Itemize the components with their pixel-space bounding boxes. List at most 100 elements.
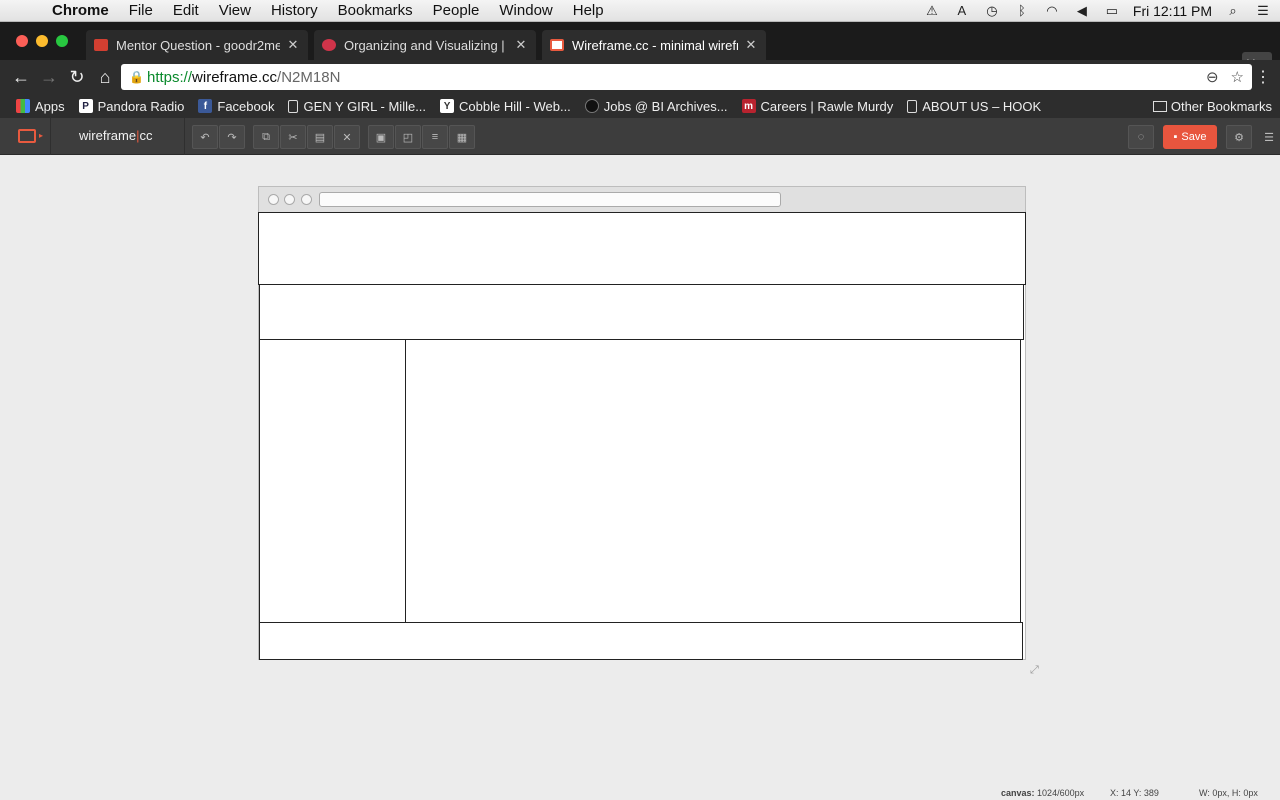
- close-tab-icon[interactable]: ✕: [744, 37, 758, 53]
- comment-icon[interactable]: ◌: [1128, 125, 1154, 149]
- cut-icon[interactable]: ✂: [280, 125, 306, 149]
- macos-menu-bar: Chrome File Edit View History Bookmarks …: [0, 0, 1280, 22]
- group-icon[interactable]: ▦: [449, 125, 475, 149]
- selection-size-readout: W: 0px, H: 0px: [1199, 788, 1258, 798]
- menu-file[interactable]: File: [129, 2, 153, 19]
- menu-edit[interactable]: Edit: [173, 2, 199, 19]
- header-box[interactable]: [258, 212, 1026, 285]
- undo-icon[interactable]: ↶: [192, 125, 218, 149]
- time-machine-icon[interactable]: ◷: [983, 4, 1001, 18]
- bookmark-apps[interactable]: Apps: [16, 99, 65, 114]
- tab-wireframe[interactable]: Wireframe.cc - minimal wirefra ✕: [542, 30, 766, 60]
- adobe-icon[interactable]: A: [953, 4, 971, 18]
- wireframe-logo[interactable]: wireframe|cc: [79, 128, 152, 143]
- menu-history[interactable]: History: [271, 2, 318, 19]
- copy-icon[interactable]: ⧉: [253, 125, 279, 149]
- sidebar-box[interactable]: [259, 339, 407, 623]
- canvas-size-readout: canvas: 1024/600px: [1001, 788, 1084, 798]
- page-icon: [288, 99, 299, 113]
- menu-window[interactable]: Window: [499, 2, 552, 19]
- warning-icon[interactable]: ⚠: [923, 4, 941, 18]
- close-tab-icon[interactable]: ✕: [286, 37, 300, 53]
- menu-people[interactable]: People: [433, 2, 480, 19]
- volume-icon[interactable]: ◀: [1073, 4, 1091, 18]
- reload-icon[interactable]: ↻: [64, 64, 90, 90]
- status-menus: ⚠ A ◷ ᛒ ◠ ◀ ▭ Fri 12:11 PM ⌕ ☰: [923, 0, 1272, 22]
- menu-view[interactable]: View: [219, 2, 251, 19]
- menu-app-name[interactable]: Chrome: [52, 2, 109, 19]
- address-bar[interactable]: 🔒 https:// wireframe.cc /N2M18N ⊖ ☆: [121, 64, 1252, 90]
- delete-icon[interactable]: ✕: [334, 125, 360, 149]
- close-tab-icon[interactable]: ✕: [514, 37, 528, 53]
- footer-box[interactable]: [259, 622, 1023, 660]
- bookmark-star-icon[interactable]: ☆: [1231, 68, 1244, 86]
- m-icon: m: [741, 99, 756, 113]
- wireframe-app-toolbar: ▸ wireframe|cc ↶ ↷ ⧉ ✂ ▤ ✕ ▣ ◰ ≡ ▦ ◌ ▪ Sa…: [0, 118, 1280, 155]
- stencil-menu-icon[interactable]: [18, 129, 36, 143]
- bookmark-label: Jobs @ BI Archives...: [603, 98, 728, 114]
- wifi-icon[interactable]: ◠: [1043, 4, 1061, 18]
- redo-icon[interactable]: ↷: [219, 125, 245, 149]
- nav-box[interactable]: [259, 284, 1024, 340]
- divider: [184, 118, 185, 155]
- browser-tab-strip: Mentor Question - goodr2me@ ✕ Organizing…: [0, 22, 1280, 76]
- other-bookmarks[interactable]: Other Bookmarks: [1152, 99, 1272, 114]
- zoom-icon[interactable]: ⊖: [1206, 68, 1219, 86]
- home-icon[interactable]: ⌂: [92, 64, 118, 90]
- lock-icon: 🔒: [129, 70, 144, 84]
- bookmark-bi-archives[interactable]: Jobs @ BI Archives...: [584, 98, 728, 114]
- hamburger-menu-icon[interactable]: ☰: [1256, 125, 1280, 149]
- divider: [50, 118, 51, 155]
- battery-icon[interactable]: ▭: [1103, 4, 1121, 18]
- forward-icon[interactable]: →: [36, 64, 62, 90]
- spotlight-search-icon[interactable]: ⌕: [1224, 4, 1242, 18]
- gmail-icon: [94, 39, 108, 51]
- page-icon: [907, 99, 918, 113]
- tab-organizing-visualizing[interactable]: Organizing and Visualizing | HT ✕: [314, 30, 536, 60]
- browser-toolbar: ← → ↻ ⌂ 🔒 https:// wireframe.cc /N2M18N …: [0, 60, 1280, 94]
- zoom-window-button[interactable]: [56, 35, 68, 47]
- url-scheme: https://: [147, 68, 193, 86]
- bookmark-gen-y-girl[interactable]: GEN Y GIRL - Mille...: [288, 99, 426, 114]
- chrome-menu-icon[interactable]: ⋮: [1250, 64, 1276, 90]
- align-icon[interactable]: ≡: [422, 125, 448, 149]
- back-icon[interactable]: ←: [8, 64, 34, 90]
- menu-bookmarks[interactable]: Bookmarks: [338, 2, 413, 19]
- minimize-window-button[interactable]: [36, 35, 48, 47]
- resize-handle-icon[interactable]: ⤢: [1030, 664, 1042, 676]
- bookmark-rawle-murdy[interactable]: m Careers | Rawle Murdy: [741, 98, 894, 114]
- menu-clock[interactable]: Fri 12:11 PM: [1133, 3, 1212, 19]
- bookmark-facebook[interactable]: f Facebook: [198, 99, 274, 114]
- bluetooth-icon[interactable]: ᛒ: [1013, 4, 1031, 18]
- save-label: Save: [1181, 131, 1207, 143]
- wireframe-icon: [550, 39, 564, 51]
- close-window-button[interactable]: [16, 35, 28, 47]
- bookmark-label: Careers | Rawle Murdy: [760, 98, 894, 114]
- facebook-icon: f: [198, 99, 213, 113]
- dropdown-arrow-icon[interactable]: ▸: [39, 131, 43, 140]
- cursor-position-readout: X: 14 Y: 389: [1110, 788, 1159, 798]
- canvas-value: 1024/600px: [1037, 788, 1085, 798]
- paste-icon[interactable]: ▤: [307, 125, 333, 149]
- canvas-label: canvas:: [1001, 788, 1035, 798]
- menu-help[interactable]: Help: [573, 2, 604, 19]
- pandora-icon: P: [78, 99, 93, 113]
- save-button[interactable]: ▪ Save: [1163, 125, 1217, 149]
- bookmark-label: Pandora Radio: [97, 98, 185, 114]
- tab-title: Mentor Question - goodr2me@: [116, 37, 280, 53]
- notification-center-icon[interactable]: ☰: [1254, 4, 1272, 18]
- bookmark-cobble-hill[interactable]: Y Cobble Hill - Web...: [440, 99, 571, 114]
- lock-icon[interactable]: ▣: [368, 125, 394, 149]
- grid-icon: [16, 99, 30, 113]
- frame-dot: [284, 194, 295, 205]
- bookmarks-bar: Apps P Pandora Radio f Facebook GEN Y GI…: [0, 94, 1280, 118]
- brand-text: wireframe: [79, 128, 137, 143]
- bookmark-hook[interactable]: ABOUT US – HOOK: [907, 99, 1041, 114]
- bookmark-label: Facebook: [217, 98, 275, 114]
- settings-icon[interactable]: ⚙: [1226, 125, 1252, 149]
- bookmark-pandora[interactable]: P Pandora Radio: [78, 98, 185, 114]
- bring-to-front-icon[interactable]: ◰: [395, 125, 421, 149]
- tab-mentor-question[interactable]: Mentor Question - goodr2me@ ✕: [86, 30, 308, 60]
- bookmark-label: ABOUT US – HOOK: [922, 98, 1042, 114]
- content-box[interactable]: [405, 339, 1021, 623]
